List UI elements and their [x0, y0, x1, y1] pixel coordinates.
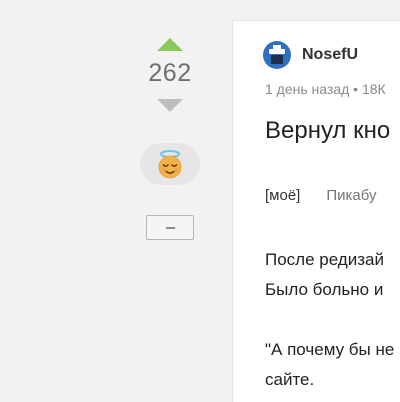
rating-score: 262 — [148, 59, 192, 87]
avatar[interactable] — [263, 41, 291, 69]
author-name[interactable]: NosefU — [302, 46, 358, 64]
downvote-arrow-icon[interactable] — [157, 99, 183, 112]
post-meta: 1 день назад • 18К — [265, 81, 386, 97]
body-line: После редизай — [265, 250, 384, 269]
body-line: Было больно и — [265, 280, 384, 299]
rating-column: 262 — [130, 30, 210, 240]
author-row: NosefU — [263, 41, 358, 69]
upvote-arrow-icon[interactable] — [157, 38, 183, 51]
tag-own[interactable]: [моё] — [265, 187, 300, 204]
post-body: После редизай Было больно и "А почему бы… — [265, 245, 394, 395]
page: 262 NosefU 1 день назад • 18К Вернул кно… — [0, 0, 400, 402]
collapse-button[interactable] — [146, 215, 194, 240]
body-line: "А почему бы не — [265, 340, 395, 359]
tag-list: [моё] Пикабу — [265, 187, 400, 204]
post-title[interactable]: Вернул кно — [265, 117, 390, 145]
body-line: сайте. — [265, 370, 315, 389]
post-card: NosefU 1 день назад • 18К Вернул кно [мо… — [232, 20, 400, 402]
angel-face-icon — [158, 150, 182, 179]
tag-pikabu[interactable]: Пикабу — [326, 187, 376, 204]
reaction-button[interactable] — [140, 143, 200, 185]
minus-icon — [165, 226, 175, 229]
